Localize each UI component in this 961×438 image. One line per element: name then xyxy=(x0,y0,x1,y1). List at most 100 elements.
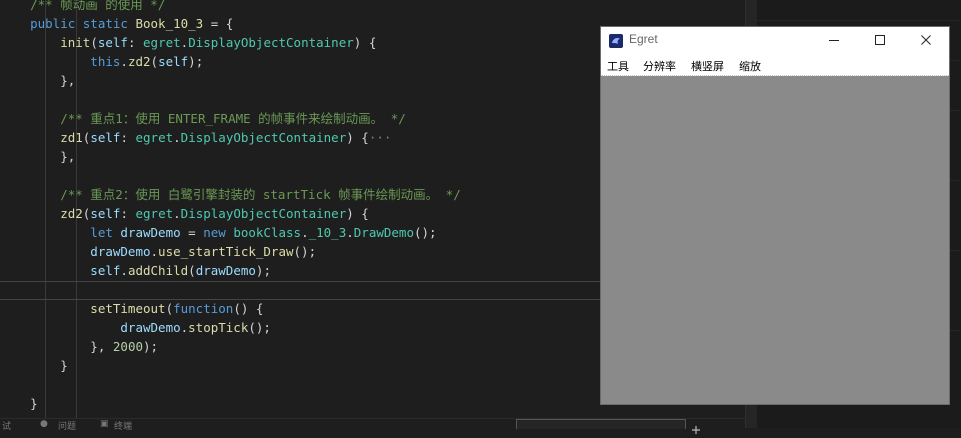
minimize-button[interactable] xyxy=(811,27,857,53)
code-token: /** 重点1：使用 ENTER_FRAME 的帧事件来绘制动画。 */ xyxy=(0,111,406,126)
code-token: ) { xyxy=(346,130,369,145)
window-titlebar[interactable]: Egret xyxy=(601,27,949,53)
code-token: }, xyxy=(0,339,113,354)
code-token: DrawDemo xyxy=(353,225,414,240)
code-token: : xyxy=(120,130,136,145)
code-token: . xyxy=(346,225,354,240)
code-token: (); xyxy=(293,244,317,259)
code-token: stopTick xyxy=(188,320,249,335)
egret-app-icon xyxy=(609,33,623,48)
code-line[interactable]: /** 重点1：使用 ENTER_FRAME 的帧事件来绘制动画。 */ xyxy=(0,109,406,128)
window-menubar: 工具 分辨率 横竖屏 缩放 xyxy=(601,55,949,76)
code-token: ) { xyxy=(346,206,369,221)
code-token: ( xyxy=(165,301,174,316)
code-token: /** 重点2：使用 白鹭引擎封装的 startTick 帧事件绘制动画。 */ xyxy=(0,187,461,202)
code-line[interactable]: /** 重点2：使用 白鹭引擎封装的 startTick 帧事件绘制动画。 */ xyxy=(0,185,461,204)
close-button[interactable] xyxy=(903,27,949,53)
code-token: addChild xyxy=(127,263,189,278)
code-token: zd1 xyxy=(0,130,83,145)
code-line[interactable]: /** 帧动画 的使用 */ xyxy=(0,0,165,14)
code-token: . xyxy=(173,206,181,221)
code-token: ); xyxy=(255,263,271,278)
code-line[interactable]: }, xyxy=(0,71,75,90)
code-line[interactable]: zd2(self: egret.DisplayObjectContainer) … xyxy=(0,204,369,223)
code-token: function xyxy=(173,301,234,316)
egret-window[interactable]: Egret 工具 分辨率 横竖屏 缩放 xyxy=(600,26,950,405)
code-token: } xyxy=(0,358,68,373)
code-token: : xyxy=(120,206,136,221)
code-token: use_startTick_Draw xyxy=(158,244,294,259)
code-token: self xyxy=(158,54,189,69)
code-token: 2000 xyxy=(112,339,143,354)
add-terminal-icon[interactable] xyxy=(690,419,702,434)
code-token: . xyxy=(120,263,128,278)
code-line[interactable]: self.addChild(drawDemo); xyxy=(0,261,271,280)
code-line[interactable]: } xyxy=(0,356,68,375)
code-token: . xyxy=(301,225,309,240)
code-token: self xyxy=(0,263,121,278)
code-token: setTimeout xyxy=(0,301,166,316)
maximize-button[interactable] xyxy=(857,27,903,53)
code-token: () { xyxy=(233,301,264,316)
code-token: init xyxy=(0,35,91,50)
code-line[interactable]: public static Book_10_3 = { xyxy=(0,14,233,33)
close-icon xyxy=(921,35,931,45)
panel-tab-problems[interactable]: 问题 xyxy=(58,419,76,432)
code-token: drawDemo xyxy=(0,244,151,259)
panel-tab-debug[interactable]: 试 xyxy=(2,419,11,432)
code-token: ) { xyxy=(353,35,377,50)
code-token: drawDemo xyxy=(0,320,181,335)
code-token: DisplayObjectContainer xyxy=(188,35,354,50)
code-token: egret xyxy=(135,130,174,145)
code-token: DisplayObjectContainer xyxy=(180,206,347,221)
code-token: self xyxy=(90,130,121,145)
code-token: (); xyxy=(248,320,271,335)
code-token: drawDemo xyxy=(120,225,181,240)
code-token: ); xyxy=(143,339,159,354)
code-token: Book_10_3 xyxy=(135,16,204,31)
code-token: public static xyxy=(0,16,136,31)
code-token: . xyxy=(173,130,181,145)
menu-tools[interactable]: 工具 xyxy=(607,58,629,74)
code-token: = xyxy=(180,225,204,240)
code-token: ( xyxy=(188,263,196,278)
code-token: = { xyxy=(203,16,234,31)
menu-resolution[interactable]: 分辨率 xyxy=(643,58,676,74)
menu-zoom[interactable]: 缩放 xyxy=(739,58,761,74)
code-token: _10_3 xyxy=(308,225,347,240)
code-token: /** 帧动画 的使用 */ xyxy=(0,0,166,12)
window-title: Egret xyxy=(629,32,658,46)
game-canvas[interactable] xyxy=(601,76,949,404)
code-token: egret xyxy=(143,35,181,50)
maximize-icon xyxy=(875,35,885,45)
code-token: DisplayObjectContainer xyxy=(180,130,347,145)
code-token: bookClass xyxy=(233,225,302,240)
code-token: (); xyxy=(413,225,437,240)
code-line[interactable]: zd1(self: egret.DisplayObjectContainer) … xyxy=(0,128,391,147)
code-token: ( xyxy=(90,35,98,50)
code-line[interactable]: drawDemo.use_startTick_Draw(); xyxy=(0,242,316,261)
code-token: }, xyxy=(0,149,76,164)
code-line[interactable]: let drawDemo = new bookClass._10_3.DrawD… xyxy=(0,223,437,242)
menu-orientation[interactable]: 横竖屏 xyxy=(691,58,724,74)
code-token: drawDemo xyxy=(195,263,256,278)
code-token: self xyxy=(97,35,128,50)
minimize-icon xyxy=(829,40,839,41)
code-line[interactable]: }, xyxy=(0,147,75,166)
code-token: self xyxy=(90,206,121,221)
code-token: }, xyxy=(0,73,76,88)
code-line[interactable]: drawDemo.stopTick(); xyxy=(0,318,271,337)
code-token: egret xyxy=(135,206,174,221)
panel-tab-terminal[interactable]: 终端 xyxy=(114,419,132,432)
code-line[interactable]: }, 2000); xyxy=(0,337,158,356)
code-token: . xyxy=(120,54,128,69)
code-token: ); xyxy=(188,54,204,69)
code-token: . xyxy=(150,244,159,259)
code-token: this xyxy=(0,54,121,69)
code-line[interactable]: setTimeout(function() { xyxy=(0,299,263,318)
code-token: let xyxy=(0,225,121,240)
code-token: zd2 xyxy=(0,206,83,221)
code-line[interactable]: this.zd2(self); xyxy=(0,52,203,71)
code-line[interactable]: } xyxy=(0,394,38,413)
code-line[interactable]: init(self: egret.DisplayObjectContainer)… xyxy=(0,33,376,52)
